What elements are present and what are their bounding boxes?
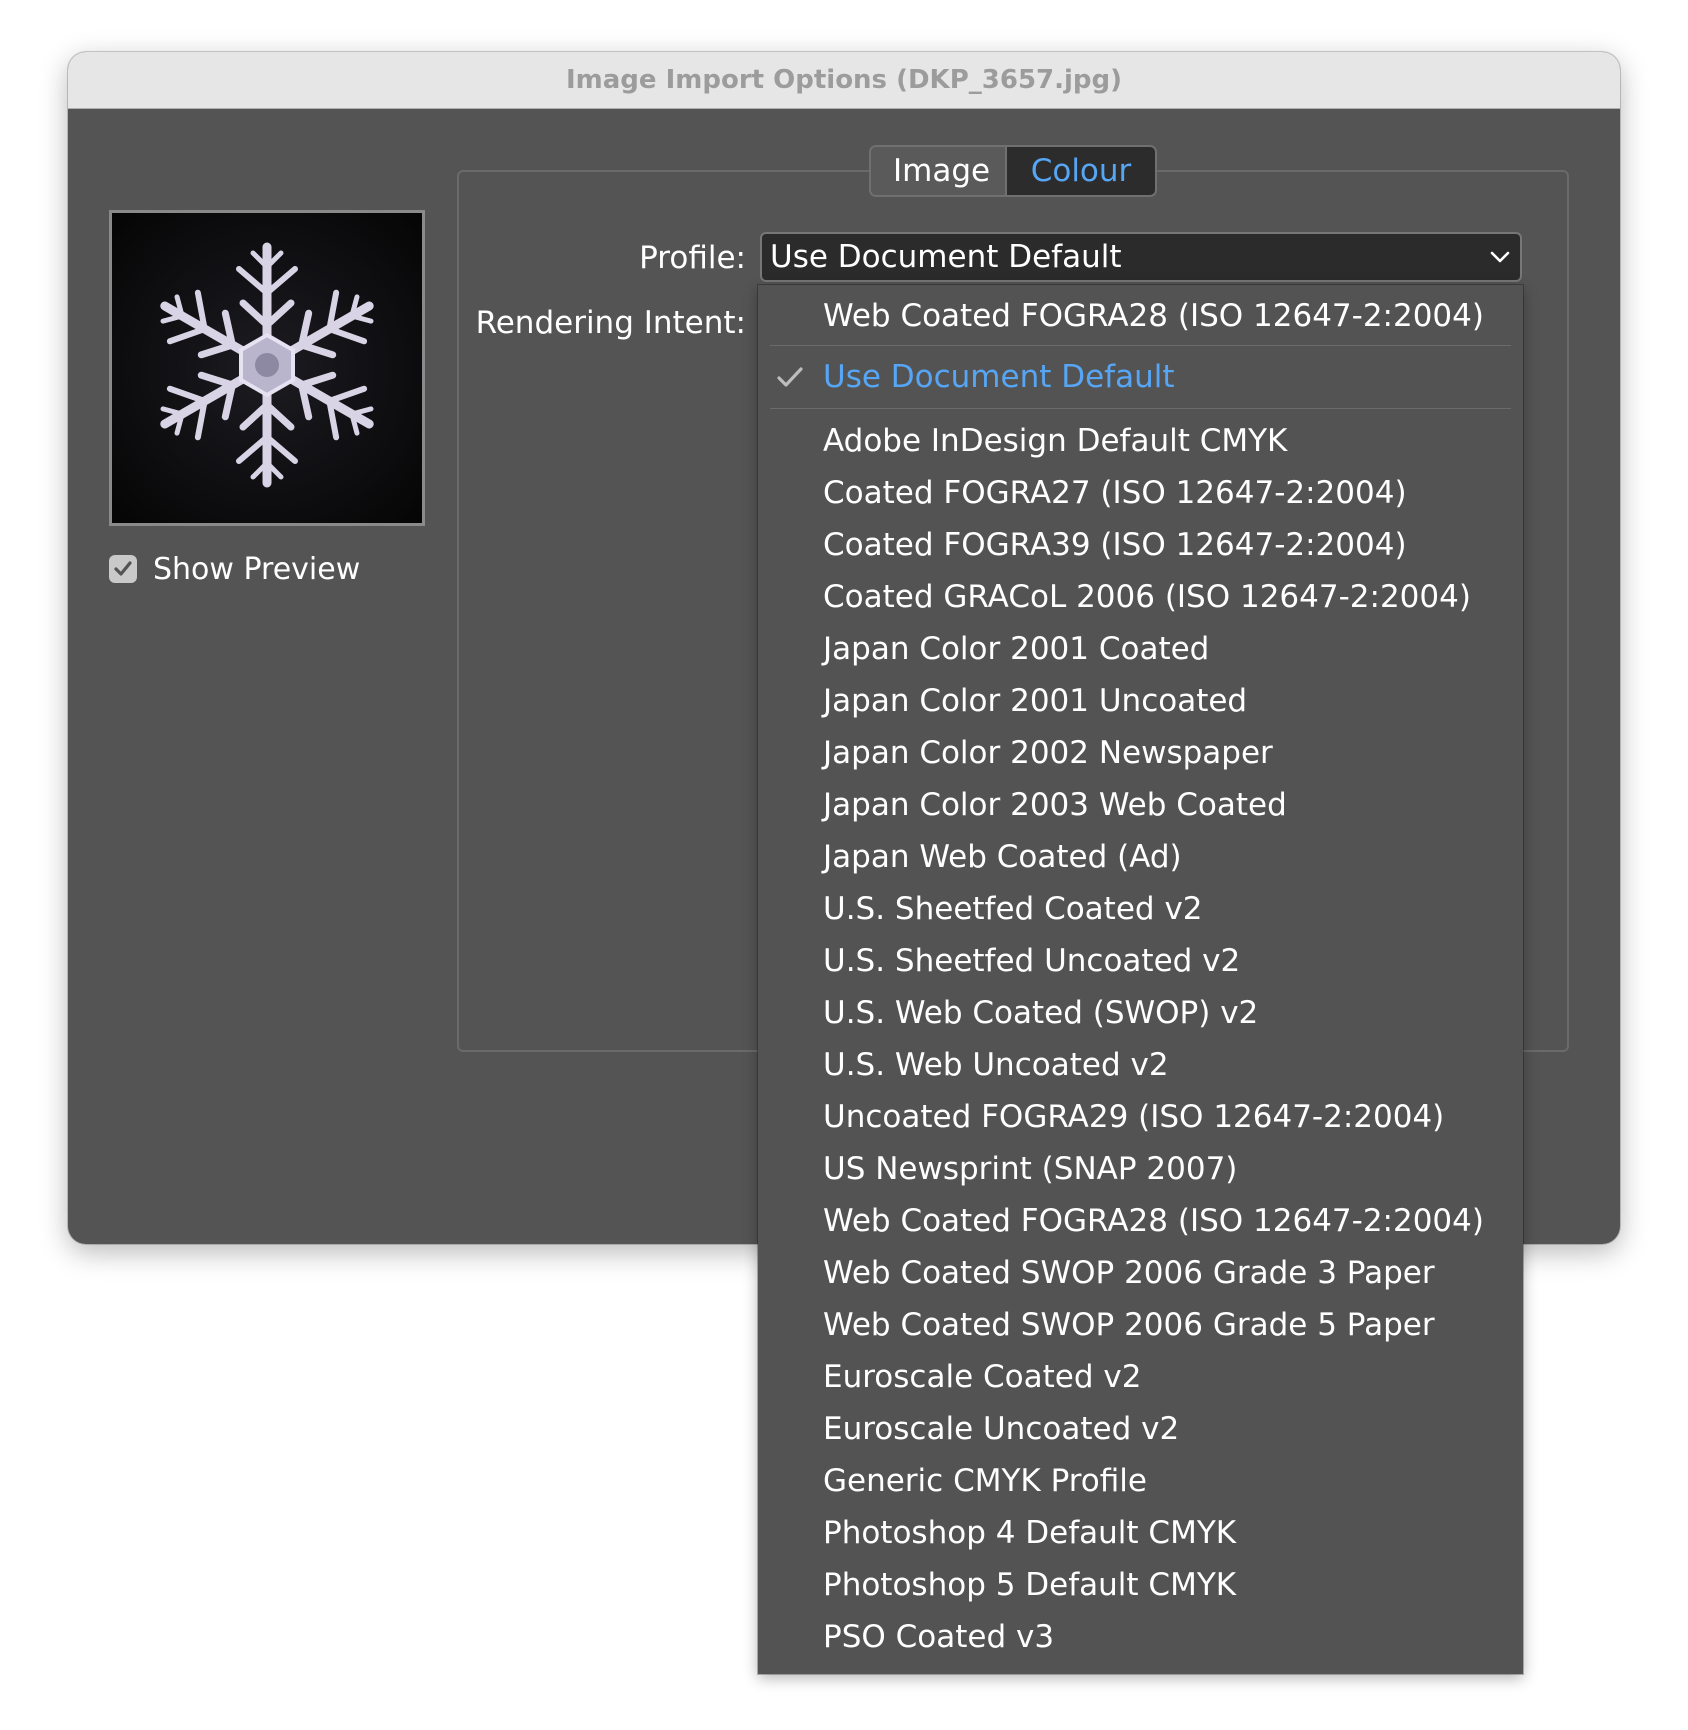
menu-item-profile[interactable]: Coated FOGRA39 (ISO 12647-2:2004) [768,519,1513,571]
menu-item-profile[interactable]: Web Coated FOGRA28 (ISO 12647-2:2004) [768,1195,1513,1247]
menu-item-profile[interactable]: Coated FOGRA27 (ISO 12647-2:2004) [768,467,1513,519]
tab-colour[interactable]: Colour [1007,147,1155,195]
checkmark-icon [114,561,132,576]
menu-item-profile[interactable]: Japan Color 2001 Coated [768,623,1513,675]
menu-item-profile[interactable]: Euroscale Uncoated v2 [768,1403,1513,1455]
profile-select-value: Use Document Default [770,239,1122,275]
menu-item-profile[interactable]: U.S. Web Coated (SWOP) v2 [768,987,1513,1039]
menu-item-profile[interactable]: Japan Color 2001 Uncoated [768,675,1513,727]
snowflake-preview-image [112,213,422,523]
menu-item-profile[interactable]: U.S. Web Uncoated v2 [768,1039,1513,1091]
menu-item-use-document-default[interactable]: Use Document Default [768,346,1513,408]
menu-item-profile[interactable]: U.S. Sheetfed Uncoated v2 [768,935,1513,987]
menu-item-recent-profile[interactable]: Web Coated FOGRA28 (ISO 12647-2:2004) [768,287,1513,345]
menu-item-profile[interactable]: Photoshop 4 Default CMYK [768,1507,1513,1559]
chevron-down-icon [1480,250,1520,264]
menu-item-profile[interactable]: US Newsprint (SNAP 2007) [768,1143,1513,1195]
tab-bar: Image Colour [869,145,1157,197]
menu-item-profile[interactable]: Coated GRACoL 2006 (ISO 12647-2:2004) [768,571,1513,623]
menu-item-label: Use Document Default [823,359,1175,395]
window-title: Image Import Options (DKP_3657.jpg) [68,52,1620,109]
show-preview-label: Show Preview [153,551,361,587]
menu-item-profile[interactable]: Uncoated FOGRA29 (ISO 12647-2:2004) [768,1091,1513,1143]
menu-item-profile[interactable]: Photoshop 5 Default CMYK [768,1559,1513,1611]
menu-item-profile[interactable]: Generic CMYK Profile [768,1455,1513,1507]
menu-item-profile[interactable]: Japan Color 2002 Newspaper [768,727,1513,779]
profile-label: Profile: [639,240,746,276]
menu-item-profile[interactable]: Web Coated SWOP 2006 Grade 5 Paper [768,1299,1513,1351]
menu-item-profile[interactable]: PSO Coated v3 [768,1611,1513,1663]
menu-item-profile[interactable]: U.S. Sheetfed Coated v2 [768,883,1513,935]
profile-select[interactable]: Use Document Default [760,232,1522,282]
image-preview [109,210,425,526]
menu-item-profile[interactable]: Japan Web Coated (Ad) [768,831,1513,883]
tab-image[interactable]: Image [871,147,1007,195]
menu-item-profile[interactable]: Euroscale Coated v2 [768,1351,1513,1403]
menu-item-profile[interactable]: Japan Color 2003 Web Coated [768,779,1513,831]
menu-item-profile[interactable]: Adobe InDesign Default CMYK [768,415,1513,467]
checkmark-icon [776,346,808,408]
show-preview-control[interactable]: Show Preview [109,551,360,587]
rendering-intent-label: Rendering Intent: [475,305,746,341]
profile-dropdown-menu: Web Coated FOGRA28 (ISO 12647-2:2004) Us… [758,285,1523,1674]
menu-item-profile[interactable]: Web Coated SWOP 2006 Grade 3 Paper [768,1247,1513,1299]
show-preview-checkbox[interactable] [109,555,137,583]
